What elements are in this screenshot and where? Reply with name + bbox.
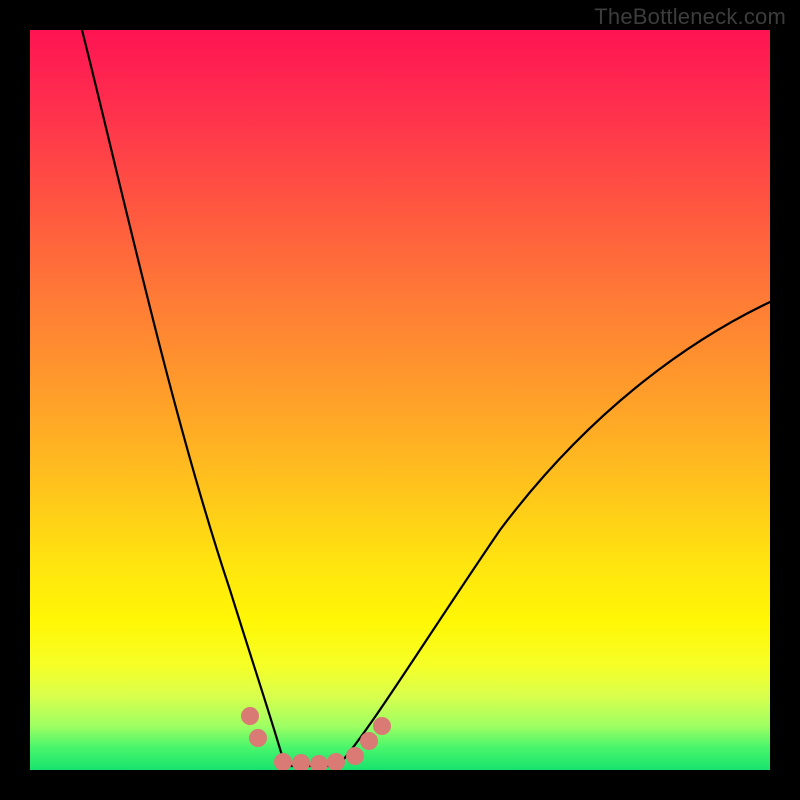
marker	[310, 755, 328, 770]
marker	[292, 754, 310, 770]
watermark-text: TheBottleneck.com	[594, 4, 786, 30]
left-curve	[82, 30, 285, 766]
marker	[274, 753, 292, 770]
marker-group	[241, 707, 391, 770]
curve-layer	[30, 30, 770, 770]
marker	[327, 753, 345, 770]
chart-frame: TheBottleneck.com	[0, 0, 800, 800]
marker	[241, 707, 259, 725]
marker	[360, 732, 378, 750]
plot-area	[30, 30, 770, 770]
marker	[346, 747, 364, 765]
marker	[249, 729, 267, 747]
marker	[373, 717, 391, 735]
right-curve	[338, 302, 770, 766]
